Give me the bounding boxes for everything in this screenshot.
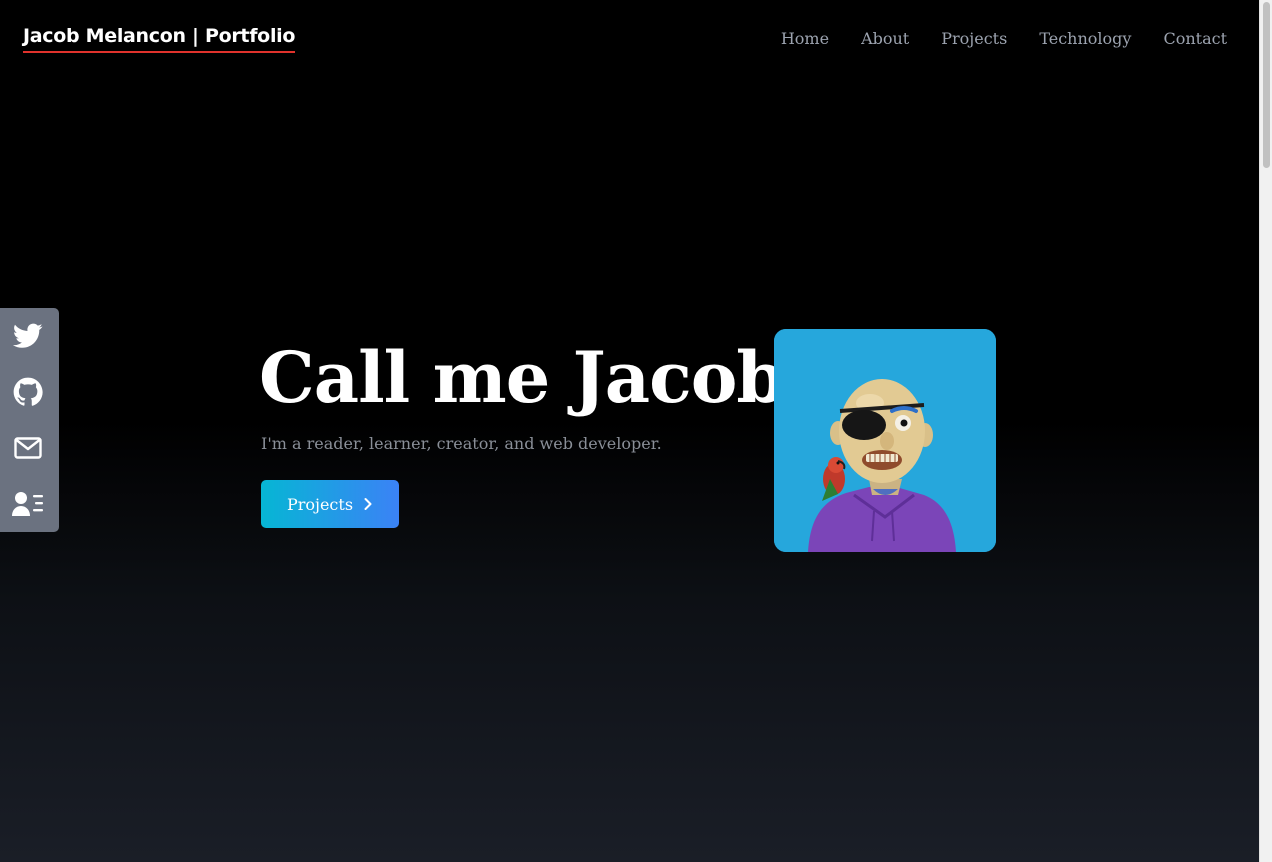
contact-card-link[interactable] (11, 488, 44, 520)
contact-card-icon (11, 492, 43, 516)
mail-icon (13, 437, 42, 459)
main-nav: Home About Projects Technology Contact (781, 28, 1227, 50)
projects-button[interactable]: Projects (261, 480, 399, 528)
email-link[interactable] (12, 432, 44, 464)
chevron-right-icon (364, 498, 372, 510)
nav-home[interactable]: Home (781, 28, 829, 50)
scrollbar-thumb[interactable] (1263, 2, 1270, 168)
social-sidebar (0, 308, 59, 532)
hero-title: Call me Jacob (259, 336, 785, 419)
nav-projects[interactable]: Projects (941, 28, 1007, 50)
avatar-illustration (774, 329, 996, 552)
nav-technology[interactable]: Technology (1039, 28, 1131, 50)
hero-subtitle: I'm a reader, learner, creator, and web … (261, 434, 662, 453)
nav-about[interactable]: About (861, 28, 909, 50)
github-icon (13, 377, 43, 406)
github-link[interactable] (12, 376, 44, 408)
twitter-icon (12, 323, 42, 348)
avatar (774, 329, 996, 552)
page-scrollbar[interactable] (1259, 0, 1272, 862)
page: Jacob Melancon | Portfolio Home About Pr… (0, 0, 1259, 862)
projects-button-label: Projects (286, 494, 354, 514)
twitter-link[interactable] (12, 320, 44, 352)
site-brand[interactable]: Jacob Melancon | Portfolio (23, 24, 295, 53)
nav-contact[interactable]: Contact (1163, 28, 1227, 50)
